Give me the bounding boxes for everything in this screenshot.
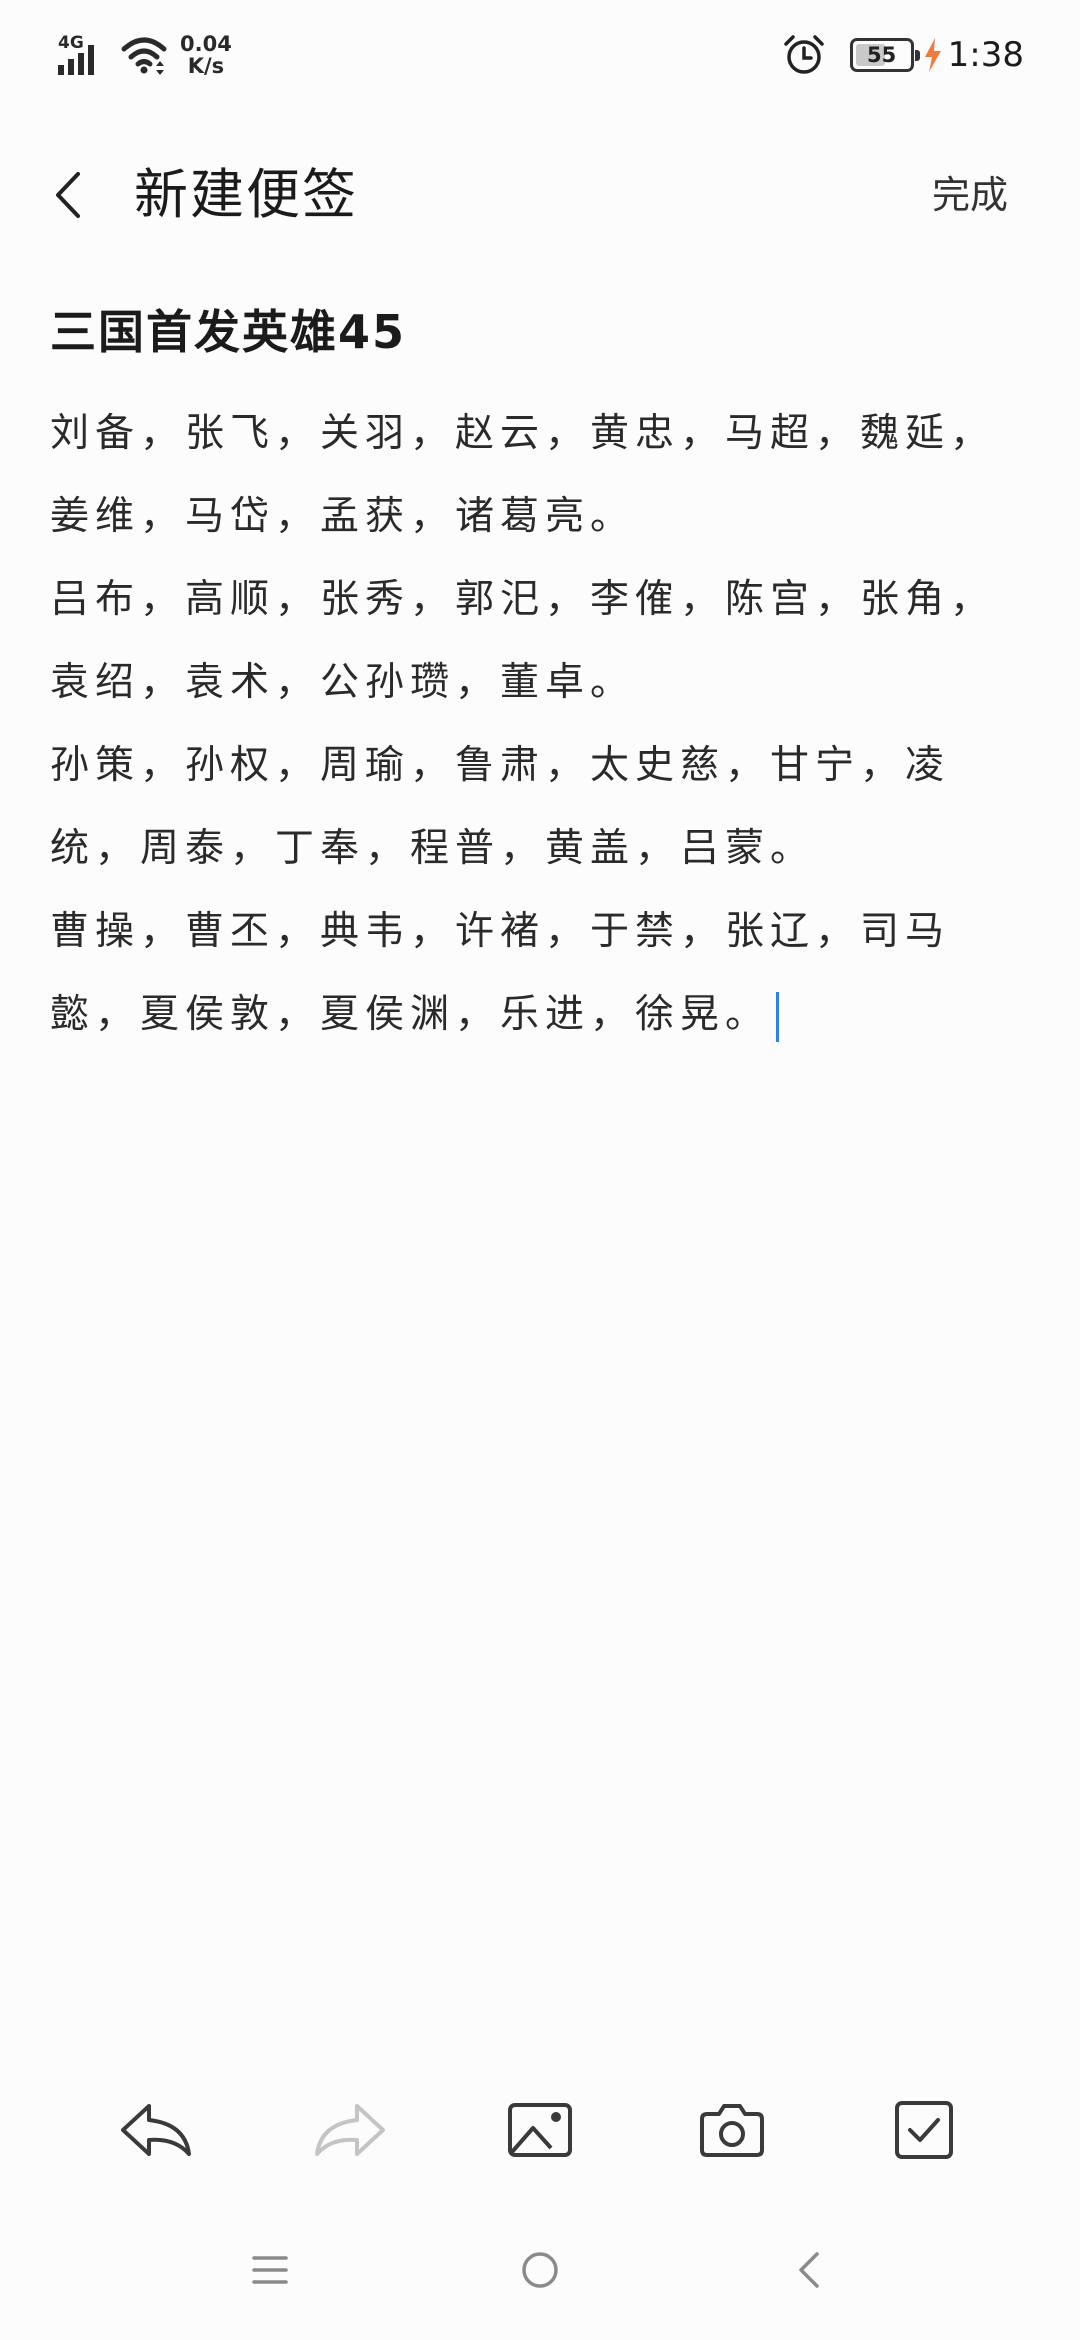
undo-button[interactable] bbox=[116, 2090, 196, 2170]
network-speed-value: 0.04 bbox=[180, 32, 232, 56]
note-line-last: 懿，夏侯敦，夏侯渊，乐进，徐晃。 bbox=[50, 973, 1010, 1056]
note-line: 袁绍，袁术，公孙瓒，董卓。 bbox=[50, 660, 636, 705]
redo-icon bbox=[315, 2104, 385, 2156]
note-line: 孙策，孙权，周瑜，鲁肃，太史慈，甘宁，凌 bbox=[50, 743, 951, 788]
text-cursor bbox=[776, 991, 780, 1042]
battery-level: 55 bbox=[867, 43, 897, 67]
home-icon bbox=[522, 2252, 558, 2288]
undo-icon bbox=[121, 2104, 191, 2156]
image-icon bbox=[508, 2103, 572, 2157]
menu-icon bbox=[252, 2256, 288, 2284]
note-line-text: 懿，夏侯敦，夏侯渊，乐进，徐晃。 bbox=[50, 992, 771, 1037]
charging-bolt-icon bbox=[924, 38, 941, 72]
redo-button[interactable] bbox=[310, 2090, 390, 2170]
network-speed-unit: K/s bbox=[187, 54, 225, 78]
camera-button[interactable] bbox=[692, 2090, 772, 2170]
note-line: 吕布，高顺，张秀，郭汜，李傕，陈宫，张角， bbox=[50, 577, 996, 622]
menu-button[interactable] bbox=[240, 2240, 300, 2300]
home-button[interactable] bbox=[510, 2240, 570, 2300]
page-title: 新建便签 bbox=[134, 163, 358, 226]
screen: 4G 0.04 K/s 55 1:38 新建便签 完成 三国首发英雄45 刘备，… bbox=[0, 0, 1080, 2340]
checkbox-icon bbox=[895, 2101, 953, 2159]
cellular-signal-icon: 4G bbox=[56, 33, 106, 77]
done-button[interactable]: 完成 bbox=[932, 170, 1008, 220]
camera-icon bbox=[700, 2104, 764, 2157]
status-time: 1:38 bbox=[947, 35, 1024, 75]
status-left: 4G 0.04 K/s bbox=[56, 30, 232, 80]
status-bar: 4G 0.04 K/s 55 1:38 bbox=[0, 0, 1080, 110]
back-button[interactable] bbox=[40, 165, 100, 225]
network-speed: 0.04 K/s bbox=[180, 33, 232, 77]
note-line: 刘备，张飞，关羽，赵云，黄忠，马超，魏延， bbox=[50, 411, 996, 456]
signal-bars bbox=[58, 45, 94, 75]
insert-image-button[interactable] bbox=[500, 2090, 580, 2170]
note-title[interactable]: 三国首发英雄45 bbox=[50, 302, 406, 362]
note-body[interactable]: 刘备，张飞，关羽，赵云，黄忠，马超，魏延， 姜维，马岱，孟获，诸葛亮。 吕布，高… bbox=[50, 392, 1010, 1056]
nav-back-button[interactable] bbox=[780, 2240, 840, 2300]
chevron-left-icon bbox=[56, 172, 80, 218]
battery-icon: 55 bbox=[849, 38, 920, 72]
status-right: 55 1:38 bbox=[782, 30, 1024, 80]
system-nav-bar bbox=[0, 2230, 1080, 2310]
checklist-button[interactable] bbox=[884, 2090, 964, 2170]
note-line: 曹操，曹丕，典韦，许褚，于禁，张辽，司马 bbox=[50, 909, 951, 954]
note-line: 姜维，马岱，孟获，诸葛亮。 bbox=[50, 494, 636, 539]
editor-toolbar bbox=[0, 2090, 1080, 2170]
battery-cap bbox=[914, 50, 920, 61]
header: 新建便签 完成 bbox=[0, 150, 1080, 240]
alarm-icon bbox=[783, 35, 824, 74]
wifi-icon bbox=[121, 37, 167, 75]
note-line: 统，周泰，丁奉，程普，黄盖，吕蒙。 bbox=[50, 826, 816, 871]
back-icon bbox=[799, 2252, 819, 2288]
